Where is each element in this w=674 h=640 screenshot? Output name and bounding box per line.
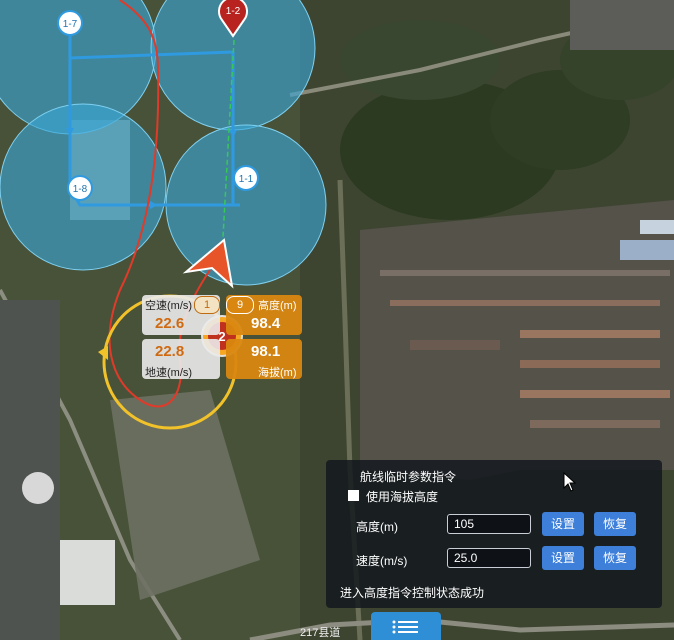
speed-restore-button[interactable]: 恢复 xyxy=(594,546,636,570)
panel-title: 航线临时参数指令 xyxy=(360,470,457,484)
waypoint-label-1-1: 1-1 xyxy=(239,174,254,185)
route-temp-param-panel: 航线临时参数指令 使用海拔高度 高度(m) 设置 恢复 速度(m/s) 设置 恢… xyxy=(326,460,662,608)
height-label: 高度(m) xyxy=(258,300,297,312)
speed-input[interactable] xyxy=(447,548,531,568)
status-message: 进入高度指令控制状态成功 xyxy=(340,586,485,600)
waypoint-label-1-2: 1-2 xyxy=(226,6,241,17)
groundspeed-label: 地速(m/s) xyxy=(145,367,193,379)
altitude-label: 海拔(m) xyxy=(258,367,297,379)
use-altitude-checkbox[interactable] xyxy=(348,490,359,501)
airspeed-value: 22.6 xyxy=(155,315,185,332)
height-value: 98.4 xyxy=(251,315,281,332)
hud-badge-right: 9 xyxy=(226,296,254,314)
mouse-cursor-icon xyxy=(563,472,577,492)
list-icon xyxy=(392,620,418,634)
height-restore-button[interactable]: 恢复 xyxy=(594,512,636,536)
hud-badge-left: 1 xyxy=(194,296,220,314)
altitude-value: 98.1 xyxy=(251,343,281,360)
height-input[interactable] xyxy=(447,514,531,534)
height-set-button[interactable]: 设置 xyxy=(542,512,584,536)
bottom-drawer-tab[interactable] xyxy=(371,612,441,640)
use-altitude-label: 使用海拔高度 xyxy=(366,490,439,504)
height-field-label: 高度(m) xyxy=(356,520,398,534)
road-label: 217县道 xyxy=(300,627,341,639)
speed-field-label: 速度(m/s) xyxy=(356,554,408,568)
speed-set-button[interactable]: 设置 xyxy=(542,546,584,570)
waypoint-label-1-7: 1-7 xyxy=(63,19,78,30)
groundspeed-value: 22.8 xyxy=(155,343,185,360)
airspeed-label: 空速(m/s) xyxy=(145,300,193,312)
waypoint-label-1-8: 1-8 xyxy=(73,184,88,195)
